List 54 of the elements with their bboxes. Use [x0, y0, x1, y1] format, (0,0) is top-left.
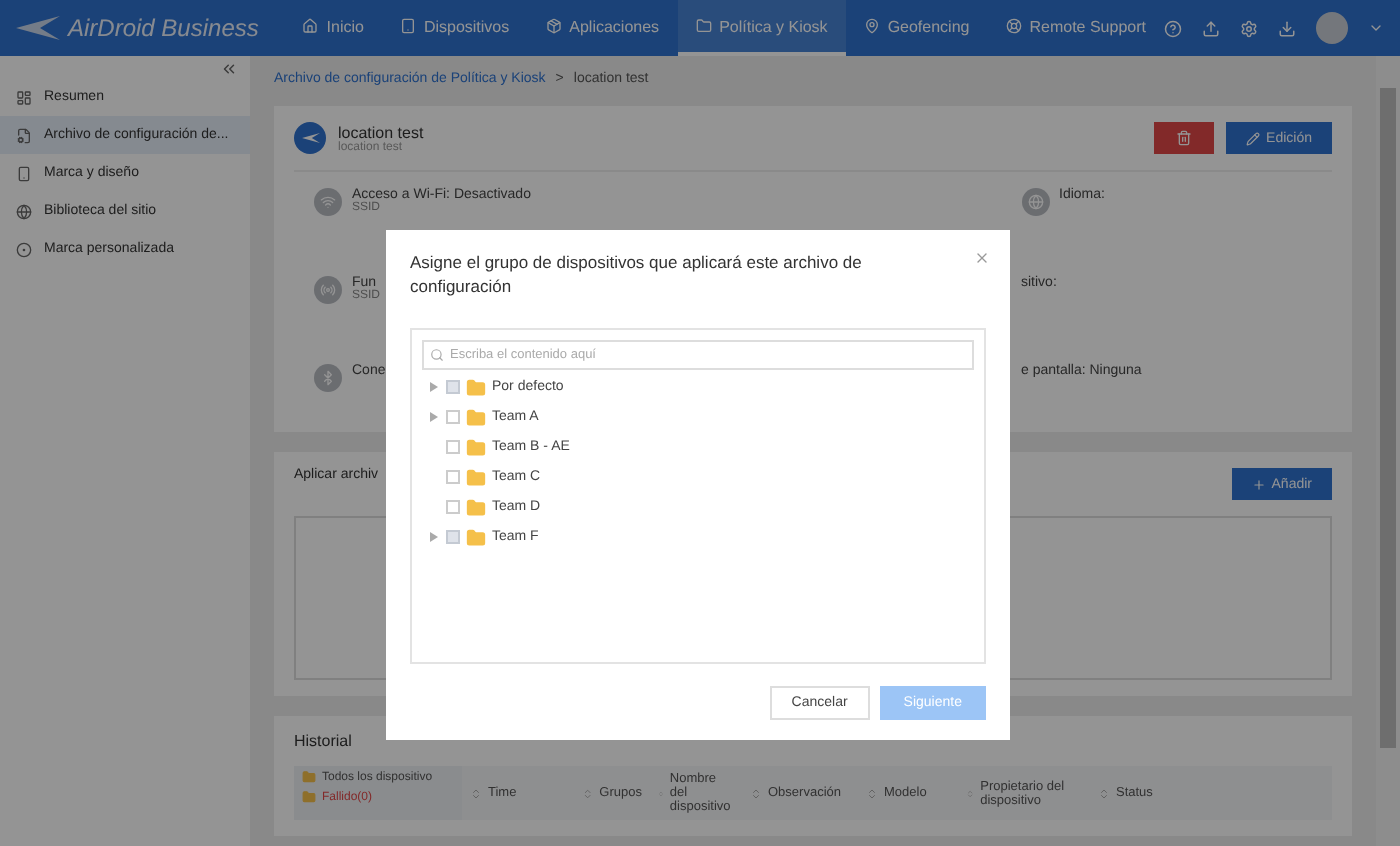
info-icon	[1021, 188, 1049, 216]
folder-icon	[466, 407, 486, 428]
folder-icon	[302, 770, 316, 784]
dialog-title: Asigne el grupo de dispositivos que aplicará este archivo de configuración	[410, 250, 864, 300]
help-icon[interactable]	[1164, 19, 1182, 37]
nav-icon	[302, 18, 319, 34]
folder-icon	[466, 527, 486, 548]
sidebar-icon	[16, 203, 32, 219]
settings-icon[interactable]	[1240, 19, 1258, 37]
nav-icon	[695, 18, 712, 34]
download-icon[interactable]	[1278, 19, 1296, 37]
nav-tab[interactable]: Dispositivos	[381, 0, 528, 56]
nav-tab[interactable]: Geofencing	[845, 0, 988, 56]
nav-tab[interactable]: Inicio	[284, 0, 382, 56]
close-icon[interactable]	[974, 250, 990, 266]
checkbox[interactable]	[446, 440, 460, 455]
sidebar-icon	[16, 165, 32, 181]
sidebar-icon	[16, 241, 32, 257]
plane-icon	[294, 122, 326, 154]
profile-title: location test	[338, 123, 424, 141]
nav-icon	[545, 18, 562, 34]
folder-icon	[466, 437, 486, 458]
logo-text: AirDroid Business	[68, 14, 259, 42]
checkbox[interactable]	[446, 470, 460, 485]
sidebar-icon	[16, 127, 32, 143]
expand-arrow-icon[interactable]	[430, 412, 438, 423]
checkbox[interactable]	[446, 410, 460, 425]
checkbox[interactable]	[446, 500, 460, 515]
nav-tab[interactable]: Remote Support	[987, 0, 1164, 56]
caret-icon[interactable]	[1368, 20, 1384, 36]
folder-icon	[466, 377, 486, 398]
scrollbar-thumb[interactable]	[1380, 88, 1396, 748]
plus-icon	[1251, 477, 1266, 491]
folder-icon	[466, 497, 486, 518]
trash-icon	[1176, 130, 1193, 146]
upload-icon[interactable]	[1202, 19, 1220, 37]
pencil-icon	[1246, 131, 1261, 145]
nav-tab[interactable]: Aplicaciones	[527, 0, 678, 56]
search-icon	[430, 347, 444, 362]
sort-icon[interactable]	[582, 787, 594, 799]
folder-icon	[466, 467, 486, 488]
info-icon	[314, 276, 342, 304]
avatar[interactable]	[1316, 12, 1348, 44]
paper-plane-logo-icon	[16, 16, 60, 40]
section-title: Historial	[294, 732, 352, 750]
collapse-icon[interactable]	[220, 60, 238, 78]
folder-icon	[302, 790, 316, 804]
sidebar-icon	[16, 89, 32, 105]
delete-button[interactable]	[1154, 122, 1215, 154]
info-icon	[314, 364, 342, 392]
nav-icon	[1005, 18, 1022, 34]
nav-icon	[863, 18, 880, 34]
info-icon	[314, 188, 342, 216]
nav-icon	[399, 18, 416, 34]
